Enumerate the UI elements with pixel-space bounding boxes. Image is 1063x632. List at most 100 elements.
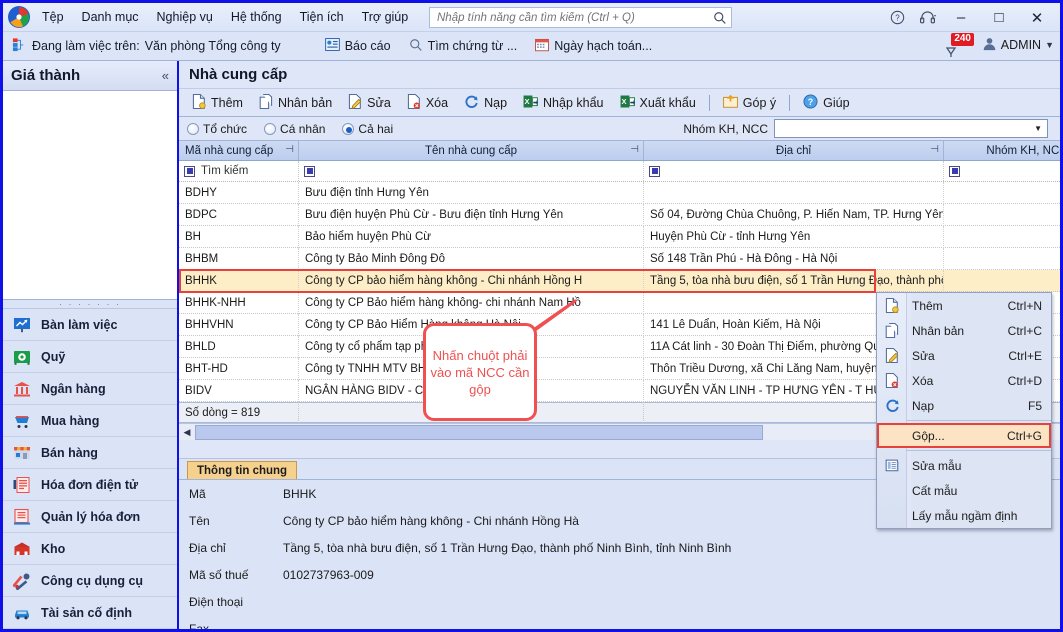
group-filter-select[interactable]: ▼ (774, 119, 1048, 138)
pin-icon[interactable]: ⊣ (930, 145, 939, 155)
search-icon (409, 38, 423, 55)
edit-icon (348, 93, 362, 112)
sidebar-item-ban-lam-viec[interactable]: Bàn làm việc (3, 309, 177, 341)
table-cell-code: BHHK (179, 269, 299, 292)
context-menu-item-lay-mau-ngam-dinh[interactable]: Lấy mẫu ngầm định (877, 503, 1051, 528)
context-menu-item-nhan-ban[interactable]: Nhân bản Ctrl+C (877, 318, 1051, 343)
sidebar-item-label: Mua hàng (41, 413, 100, 428)
chevron-down-icon[interactable]: ▼ (1034, 124, 1042, 133)
context-menu-item-sua[interactable]: Sửa Ctrl+E (877, 343, 1051, 368)
context-menu-item-sua-mau[interactable]: Sửa mẫu (877, 453, 1051, 478)
feedback-button[interactable]: Góp ý (715, 92, 784, 113)
pin-icon[interactable]: ⊣ (285, 145, 294, 155)
user-menu[interactable]: ADMIN ▼ (982, 36, 1054, 54)
sidebar-resize-grip[interactable]: · · · · · · · (3, 300, 177, 309)
sidebar-item-label: Bàn làm việc (41, 317, 118, 332)
org-icon (12, 37, 27, 55)
filter-toggle-icon[interactable] (949, 165, 960, 177)
accounting-date-button[interactable]: Ngày hạch toán... (526, 38, 661, 55)
detail-field-row: Điện thoại (179, 588, 1060, 615)
sidebar-item-quan-ly-hoa-don[interactable]: Quản lý hóa đơn (3, 501, 177, 533)
detail-field-value: BHHK (283, 486, 317, 501)
sidebar-item-ngan-hang[interactable]: Ngân hàng (3, 373, 177, 405)
sidebar-item-ban-hang[interactable]: Bán hàng (3, 437, 177, 469)
working-on-indicator[interactable]: Đang làm việc trên: Văn phòng Tổng công … (3, 37, 290, 55)
minimize-button[interactable]: – (942, 5, 980, 31)
find-voucher-label: Tìm chứng từ ... (427, 39, 518, 53)
menu-item-danh-muc[interactable]: Danh mục (73, 7, 148, 27)
notifications[interactable]: 240 (938, 33, 974, 59)
table-row[interactable]: BDHY Bưu điện tỉnh Hưng Yên (179, 181, 1060, 204)
sidebar-item-hoa-don-dien-tu[interactable]: Hóa đơn điện tử (3, 469, 177, 501)
find-voucher-button[interactable]: Tìm chứng từ ... (400, 38, 527, 55)
filter-toggle-icon[interactable] (304, 165, 315, 177)
filter-cell-group[interactable] (944, 161, 1060, 181)
menu-bar: Tệp Danh mục Nghiệp vụ Hệ thống Tiện ích… (3, 3, 1060, 32)
radio-to-chuc[interactable]: Tổ chức (187, 122, 247, 136)
context-menu-item-gop[interactable]: Gộp... Ctrl+G (877, 423, 1051, 448)
close-button[interactable]: ✕ (1018, 5, 1056, 31)
filter-cell-address[interactable] (644, 161, 944, 181)
search-input[interactable] (430, 10, 709, 25)
add-button[interactable]: Thêm (184, 92, 251, 114)
application-window: Tệp Danh mục Nghiệp vụ Hệ thống Tiện ích… (0, 0, 1063, 632)
column-header-ma-nha-cung-cap[interactable]: Mã nhà cung cấp ⊣ (179, 141, 299, 160)
radio-ca-hai[interactable]: Cả hai (342, 122, 393, 136)
menu-item-nghiep-vu[interactable]: Nghiệp vụ (148, 7, 222, 27)
pin-icon[interactable]: ⊣ (630, 145, 639, 155)
context-menu-item-nap[interactable]: Nạp F5 (877, 393, 1051, 418)
table-row[interactable]: BHBM Công ty Bảo Minh Đông Đô Số 148 Trần … (179, 247, 1060, 270)
filter-cell-code[interactable]: Tìm kiếm (179, 161, 299, 181)
menu-item-tro-giup[interactable]: Trợ giúp (353, 7, 418, 27)
column-header-dia-chi[interactable]: Địa chỉ ⊣ (644, 141, 944, 160)
import-button[interactable]: X Nhập khẩu (515, 92, 611, 114)
radio-dot (342, 122, 355, 135)
excel-import-icon: X (523, 94, 539, 112)
sidebar-item-cong-cu-dung-cu[interactable]: Công cụ dụng cụ (3, 565, 177, 597)
context-menu-item-them[interactable]: Thêm Ctrl+N (877, 293, 1051, 318)
menu-item-tien-ich[interactable]: Tiện ích (291, 7, 353, 27)
filter-toggle-icon[interactable] (649, 165, 660, 177)
delete-button[interactable]: Xóa (399, 92, 456, 114)
duplicate-icon (877, 323, 907, 338)
search-icon[interactable] (709, 8, 731, 27)
sidebar-item-kho[interactable]: Kho (3, 533, 177, 565)
radio-ca-nhan[interactable]: Cá nhân (264, 122, 325, 136)
menu-item-tep[interactable]: Tệp (33, 7, 73, 27)
column-header-ten-nha-cung-cap[interactable]: Tên nhà cung cấp ⊣ (299, 141, 644, 160)
help-button[interactable]: ? Giúp (795, 92, 857, 114)
sidebar-item-quy[interactable]: Quỹ (3, 341, 177, 373)
group-filter-label: Nhóm KH, NCC (683, 121, 768, 136)
help-circle-icon[interactable]: ? (882, 5, 912, 31)
tab-thong-tin-chung[interactable]: Thông tin chung (187, 461, 298, 479)
table-row[interactable]: BDPC Bưu điện huyện Phù Cừ - Bưu điện tỉn… (179, 203, 1060, 226)
filter-toggle-icon[interactable] (184, 165, 195, 177)
sidebar-item-mua-hang[interactable]: Mua hàng (3, 405, 177, 437)
scroll-left-arrow[interactable]: ◀ (179, 425, 195, 440)
table-row[interactable]: BH Bảo hiểm huyện Phù Cừ Huyện Phù Cừ - tỉ… (179, 225, 1060, 248)
chevron-down-icon[interactable]: ▼ (1045, 40, 1054, 50)
sidebar-item-tai-san-co-dinh[interactable]: Tài sản cố định (3, 597, 177, 629)
table-cell-name: Bảo hiểm huyện Phù Cừ (299, 225, 644, 248)
report-button[interactable]: Báo cáo (316, 38, 400, 54)
table-cell-name: Công ty CP bảo hiểm hàng không - Chi nhá… (299, 269, 644, 292)
context-menu-item-xoa[interactable]: Xóa Ctrl+D (877, 368, 1051, 393)
sidebar-header: Giá thành « (3, 61, 177, 91)
menu-item-he-thong[interactable]: Hệ thống (222, 7, 291, 27)
column-header-label: Địa chỉ (775, 144, 812, 157)
duplicate-button[interactable]: Nhân bản (251, 92, 340, 114)
chevron-double-left-icon[interactable]: « (162, 68, 169, 83)
global-search[interactable] (429, 7, 732, 28)
filter-placeholder: Tìm kiếm (201, 165, 249, 177)
table-cell-address: Số 148 Trần Phú - Hà Đông - Hà Nội (644, 247, 944, 270)
context-menu-item-cat-mau[interactable]: Cất mẫu (877, 478, 1051, 503)
headset-icon[interactable] (912, 5, 942, 31)
column-header-nhom-kh-ncc[interactable]: Nhóm KH, NCC ⊣ (944, 141, 1060, 160)
maximize-button[interactable]: □ (980, 5, 1018, 31)
table-row[interactable]: BHHK Công ty CP bảo hiểm hàng không - Chi… (179, 269, 1060, 292)
reload-button[interactable]: Nạp (456, 92, 515, 114)
export-button[interactable]: X Xuất khẩu (612, 92, 704, 114)
edit-button[interactable]: Sửa (340, 92, 399, 114)
horizontal-scroll-thumb[interactable] (195, 424, 763, 440)
filter-cell-name[interactable] (299, 161, 644, 181)
